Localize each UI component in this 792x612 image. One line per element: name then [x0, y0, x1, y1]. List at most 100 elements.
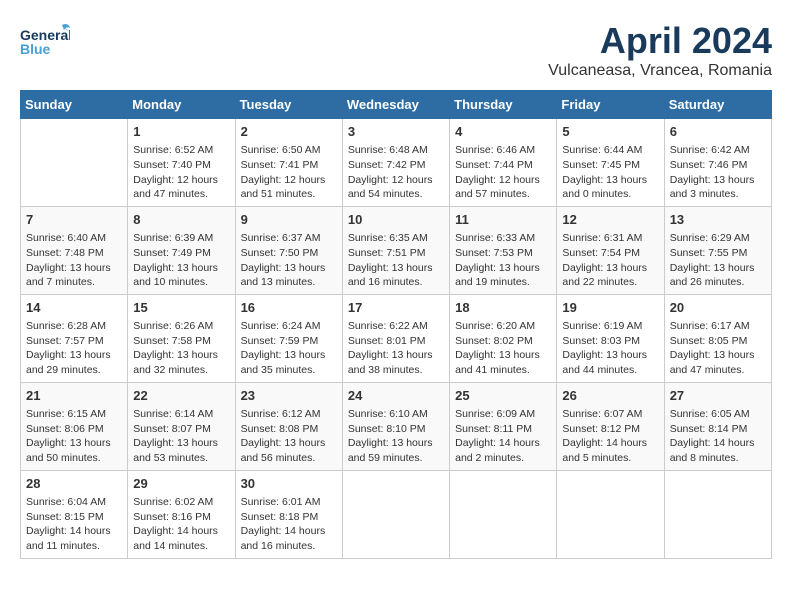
day-info: Sunrise: 6:50 AM Sunset: 7:41 PM Dayligh… — [241, 143, 337, 202]
day-info: Sunrise: 6:44 AM Sunset: 7:45 PM Dayligh… — [562, 143, 658, 202]
day-info: Sunrise: 6:07 AM Sunset: 8:12 PM Dayligh… — [562, 407, 658, 466]
day-of-week-header: Friday — [557, 91, 664, 119]
day-number: 10 — [348, 211, 444, 229]
calendar-cell: 21Sunrise: 6:15 AM Sunset: 8:06 PM Dayli… — [21, 382, 128, 470]
day-number: 1 — [133, 123, 229, 141]
day-number: 14 — [26, 299, 122, 317]
calendar-week-row: 7 Sunrise: 6:40 AM Sunset: 7:48 PM Daylig… — [21, 206, 772, 294]
calendar-cell: 18 Sunrise: 6:20 AM Sunset: 8:02 PM Dayli… — [450, 294, 557, 382]
day-of-week-header: Tuesday — [235, 91, 342, 119]
calendar-cell: 30Sunrise: 6:01 AM Sunset: 8:18 PM Dayli… — [235, 470, 342, 558]
calendar-cell — [450, 470, 557, 558]
calendar-week-row: 14 Sunrise: 6:28 AM Sunset: 7:57 PM Dayli… — [21, 294, 772, 382]
day-info: Sunrise: 6:33 AM Sunset: 7:53 PM Dayligh… — [455, 231, 551, 290]
day-number: 30 — [241, 475, 337, 493]
day-of-week-header: Monday — [128, 91, 235, 119]
calendar-cell: 12 Sunrise: 6:31 AM Sunset: 7:54 PM Dayli… — [557, 206, 664, 294]
calendar-header-row: SundayMondayTuesdayWednesdayThursdayFrid… — [21, 91, 772, 119]
calendar-cell: 29 Sunrise: 6:02 AM Sunset: 8:16 PM Dayli… — [128, 470, 235, 558]
day-number: 3 — [348, 123, 444, 141]
day-number: 8 — [133, 211, 229, 229]
calendar-cell: 24Sunrise: 6:10 AM Sunset: 8:10 PM Dayli… — [342, 382, 449, 470]
day-info: Sunrise: 6:29 AM Sunset: 7:55 PM Dayligh… — [670, 231, 766, 290]
calendar-week-row: 28 Sunrise: 6:04 AM Sunset: 8:15 PM Dayli… — [21, 470, 772, 558]
calendar-cell: 2 Sunrise: 6:50 AM Sunset: 7:41 PM Daylig… — [235, 119, 342, 207]
calendar-cell: 15Sunrise: 6:26 AM Sunset: 7:58 PM Dayli… — [128, 294, 235, 382]
day-number: 17 — [348, 299, 444, 317]
day-info: Sunrise: 6:09 AM Sunset: 8:11 PM Dayligh… — [455, 407, 551, 466]
calendar-cell: 17Sunrise: 6:22 AM Sunset: 8:01 PM Dayli… — [342, 294, 449, 382]
day-number: 24 — [348, 387, 444, 405]
day-info: Sunrise: 6:05 AM Sunset: 8:14 PM Dayligh… — [670, 407, 766, 466]
day-number: 5 — [562, 123, 658, 141]
day-info: Sunrise: 6:37 AM Sunset: 7:50 PM Dayligh… — [241, 231, 337, 290]
calendar-cell: 9 Sunrise: 6:37 AM Sunset: 7:50 PM Daylig… — [235, 206, 342, 294]
day-info: Sunrise: 6:24 AM Sunset: 7:59 PM Dayligh… — [241, 319, 337, 378]
calendar-cell: 22 Sunrise: 6:14 AM Sunset: 8:07 PM Dayli… — [128, 382, 235, 470]
day-info: Sunrise: 6:20 AM Sunset: 8:02 PM Dayligh… — [455, 319, 551, 378]
day-of-week-header: Saturday — [664, 91, 771, 119]
calendar-cell: 5 Sunrise: 6:44 AM Sunset: 7:45 PM Daylig… — [557, 119, 664, 207]
day-info: Sunrise: 6:31 AM Sunset: 7:54 PM Dayligh… — [562, 231, 658, 290]
day-of-week-header: Thursday — [450, 91, 557, 119]
day-info: Sunrise: 6:28 AM Sunset: 7:57 PM Dayligh… — [26, 319, 122, 378]
calendar-cell: 19 Sunrise: 6:19 AM Sunset: 8:03 PM Dayli… — [557, 294, 664, 382]
day-info: Sunrise: 6:48 AM Sunset: 7:42 PM Dayligh… — [348, 143, 444, 202]
calendar-cell: 11 Sunrise: 6:33 AM Sunset: 7:53 PM Dayli… — [450, 206, 557, 294]
svg-text:Blue: Blue — [20, 41, 51, 57]
day-info: Sunrise: 6:12 AM Sunset: 8:08 PM Dayligh… — [241, 407, 337, 466]
day-info: Sunrise: 6:35 AM Sunset: 7:51 PM Dayligh… — [348, 231, 444, 290]
day-number: 2 — [241, 123, 337, 141]
calendar-cell — [664, 470, 771, 558]
day-number: 6 — [670, 123, 766, 141]
day-info: Sunrise: 6:04 AM Sunset: 8:15 PM Dayligh… — [26, 495, 122, 554]
calendar-cell: 16Sunrise: 6:24 AM Sunset: 7:59 PM Dayli… — [235, 294, 342, 382]
logo: General Blue — [20, 20, 70, 60]
day-of-week-header: Wednesday — [342, 91, 449, 119]
calendar-cell: 1 Sunrise: 6:52 AM Sunset: 7:40 PM Daylig… — [128, 119, 235, 207]
day-info: Sunrise: 6:14 AM Sunset: 8:07 PM Dayligh… — [133, 407, 229, 466]
day-info: Sunrise: 6:40 AM Sunset: 7:48 PM Dayligh… — [26, 231, 122, 290]
day-info: Sunrise: 6:26 AM Sunset: 7:58 PM Dayligh… — [133, 319, 229, 378]
day-info: Sunrise: 6:46 AM Sunset: 7:44 PM Dayligh… — [455, 143, 551, 202]
day-info: Sunrise: 6:42 AM Sunset: 7:46 PM Dayligh… — [670, 143, 766, 202]
calendar-cell: 4 Sunrise: 6:46 AM Sunset: 7:44 PM Daylig… — [450, 119, 557, 207]
day-number: 26 — [562, 387, 658, 405]
day-number: 23 — [241, 387, 337, 405]
day-number: 29 — [133, 475, 229, 493]
location: Vulcaneasa, Vrancea, Romania — [548, 62, 772, 80]
calendar-cell: 23 Sunrise: 6:12 AM Sunset: 8:08 PM Dayli… — [235, 382, 342, 470]
day-number: 28 — [26, 475, 122, 493]
calendar-cell: 6 Sunrise: 6:42 AM Sunset: 7:46 PM Daylig… — [664, 119, 771, 207]
calendar-cell: 7 Sunrise: 6:40 AM Sunset: 7:48 PM Daylig… — [21, 206, 128, 294]
day-number: 7 — [26, 211, 122, 229]
page-header: General Blue April 2024 Vulcaneasa, Vran… — [20, 20, 772, 80]
calendar-cell — [557, 470, 664, 558]
calendar-cell: 20Sunrise: 6:17 AM Sunset: 8:05 PM Dayli… — [664, 294, 771, 382]
day-number: 12 — [562, 211, 658, 229]
day-number: 11 — [455, 211, 551, 229]
calendar-cell: 8 Sunrise: 6:39 AM Sunset: 7:49 PM Daylig… — [128, 206, 235, 294]
day-info: Sunrise: 6:52 AM Sunset: 7:40 PM Dayligh… — [133, 143, 229, 202]
day-number: 19 — [562, 299, 658, 317]
calendar-cell: 25Sunrise: 6:09 AM Sunset: 8:11 PM Dayli… — [450, 382, 557, 470]
day-info: Sunrise: 6:02 AM Sunset: 8:16 PM Dayligh… — [133, 495, 229, 554]
calendar-cell: 10 Sunrise: 6:35 AM Sunset: 7:51 PM Dayli… — [342, 206, 449, 294]
month-title: April 2024 — [548, 20, 772, 62]
calendar-week-row: 1 Sunrise: 6:52 AM Sunset: 7:40 PM Daylig… — [21, 119, 772, 207]
calendar-cell — [342, 470, 449, 558]
calendar-cell — [21, 119, 128, 207]
calendar-cell: 13Sunrise: 6:29 AM Sunset: 7:55 PM Dayli… — [664, 206, 771, 294]
day-info: Sunrise: 6:17 AM Sunset: 8:05 PM Dayligh… — [670, 319, 766, 378]
day-of-week-header: Sunday — [21, 91, 128, 119]
day-number: 21 — [26, 387, 122, 405]
day-number: 9 — [241, 211, 337, 229]
day-number: 4 — [455, 123, 551, 141]
day-info: Sunrise: 6:39 AM Sunset: 7:49 PM Dayligh… — [133, 231, 229, 290]
day-number: 27 — [670, 387, 766, 405]
day-number: 22 — [133, 387, 229, 405]
calendar-cell: 27 Sunrise: 6:05 AM Sunset: 8:14 PM Dayli… — [664, 382, 771, 470]
day-info: Sunrise: 6:19 AM Sunset: 8:03 PM Dayligh… — [562, 319, 658, 378]
day-number: 18 — [455, 299, 551, 317]
calendar-cell: 26 Sunrise: 6:07 AM Sunset: 8:12 PM Dayli… — [557, 382, 664, 470]
